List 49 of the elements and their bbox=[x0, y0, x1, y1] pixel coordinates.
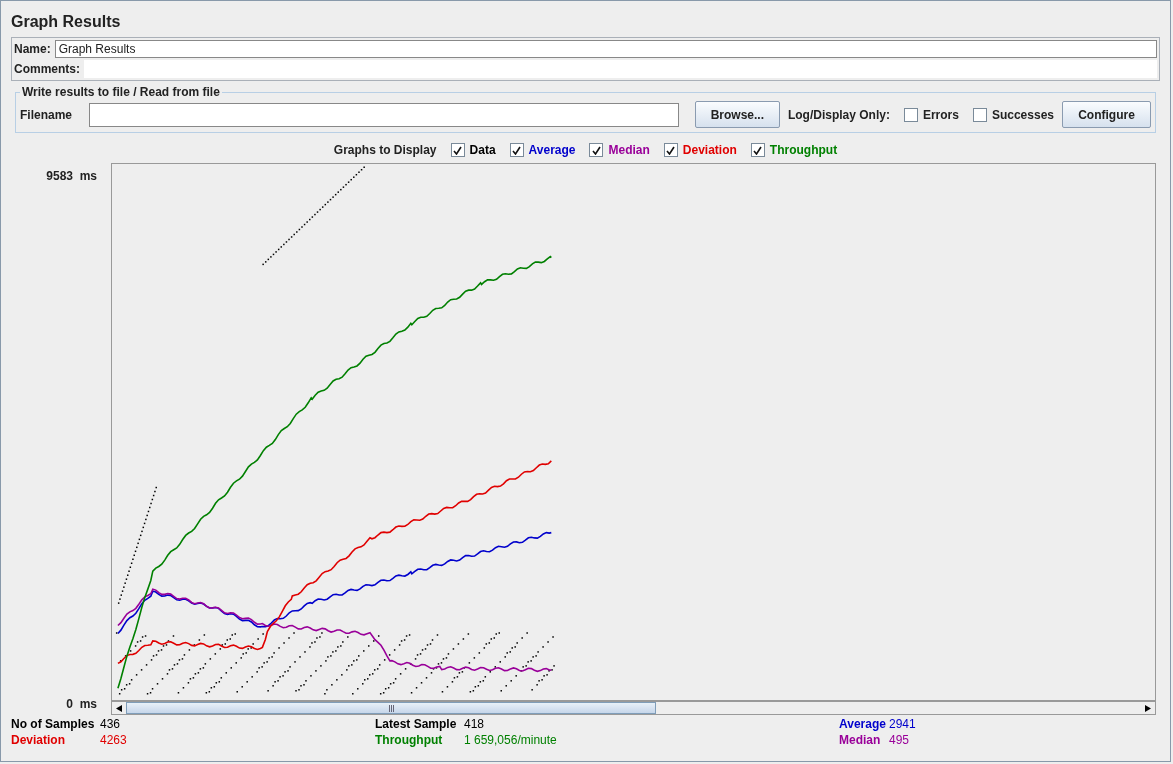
y-max-label: 9583 ms bbox=[46, 169, 97, 183]
stat-label: Deviation bbox=[11, 733, 66, 747]
stat-label: No of Samples bbox=[11, 717, 96, 731]
name-field[interactable]: Graph Results bbox=[54, 40, 1157, 58]
scroll-right-icon[interactable] bbox=[1145, 704, 1151, 712]
check-icon bbox=[512, 145, 522, 155]
option-label: Errors bbox=[922, 107, 959, 122]
scroll-thumb[interactable] bbox=[126, 702, 656, 714]
grip-icon bbox=[388, 704, 394, 712]
checkbox[interactable] bbox=[450, 143, 465, 157]
log-display-label: Log/Display Only: bbox=[787, 107, 890, 122]
check-icon bbox=[453, 145, 463, 155]
option-label: Successes bbox=[991, 107, 1054, 122]
graph-option-label: Deviation bbox=[682, 143, 737, 157]
group-legend: Write results to file / Read from file bbox=[20, 85, 222, 99]
scroll-left-icon[interactable] bbox=[116, 704, 122, 712]
filename-label: Filename bbox=[20, 107, 74, 122]
stat-value: 436 bbox=[100, 717, 121, 731]
stat-value: 2941 bbox=[889, 717, 916, 731]
stat-label: Latest Sample bbox=[375, 717, 458, 731]
graph-option-label: Average bbox=[528, 143, 576, 157]
checkbox[interactable] bbox=[589, 143, 604, 157]
panel-title: Graph Results bbox=[10, 12, 122, 32]
stat-value: 4263 bbox=[100, 733, 127, 747]
checkbox[interactable] bbox=[903, 107, 918, 122]
configure-button[interactable]: Configure bbox=[1062, 101, 1151, 128]
graph-option-label: Throughput bbox=[769, 143, 838, 157]
filename-field[interactable] bbox=[88, 102, 679, 127]
checkbox[interactable] bbox=[509, 143, 524, 157]
check-icon bbox=[592, 145, 601, 155]
graph-option-label: Median bbox=[608, 143, 650, 157]
graphs-label: Graphs to Display bbox=[333, 143, 437, 157]
stat-label: Average bbox=[839, 717, 885, 731]
name-label: Name: bbox=[14, 42, 51, 56]
browse-button[interactable]: Browse... bbox=[694, 101, 780, 128]
checkbox[interactable] bbox=[750, 143, 765, 157]
checkbox[interactable] bbox=[663, 143, 678, 157]
stat-label: Throughput bbox=[375, 733, 444, 747]
checkbox[interactable] bbox=[972, 107, 987, 122]
check-icon bbox=[666, 145, 676, 155]
horizontal-scrollbar[interactable] bbox=[111, 701, 1156, 715]
check-icon bbox=[753, 145, 763, 155]
y-min-label: 0 ms bbox=[66, 697, 97, 711]
graph-option-label: Data bbox=[469, 143, 496, 157]
stat-value: 495 bbox=[889, 733, 910, 747]
comments-label: Comments: bbox=[14, 62, 80, 76]
stat-value: 418 bbox=[464, 717, 485, 731]
stat-label: Median bbox=[839, 733, 882, 747]
stat-value: 1 659,056/minute bbox=[464, 733, 557, 747]
